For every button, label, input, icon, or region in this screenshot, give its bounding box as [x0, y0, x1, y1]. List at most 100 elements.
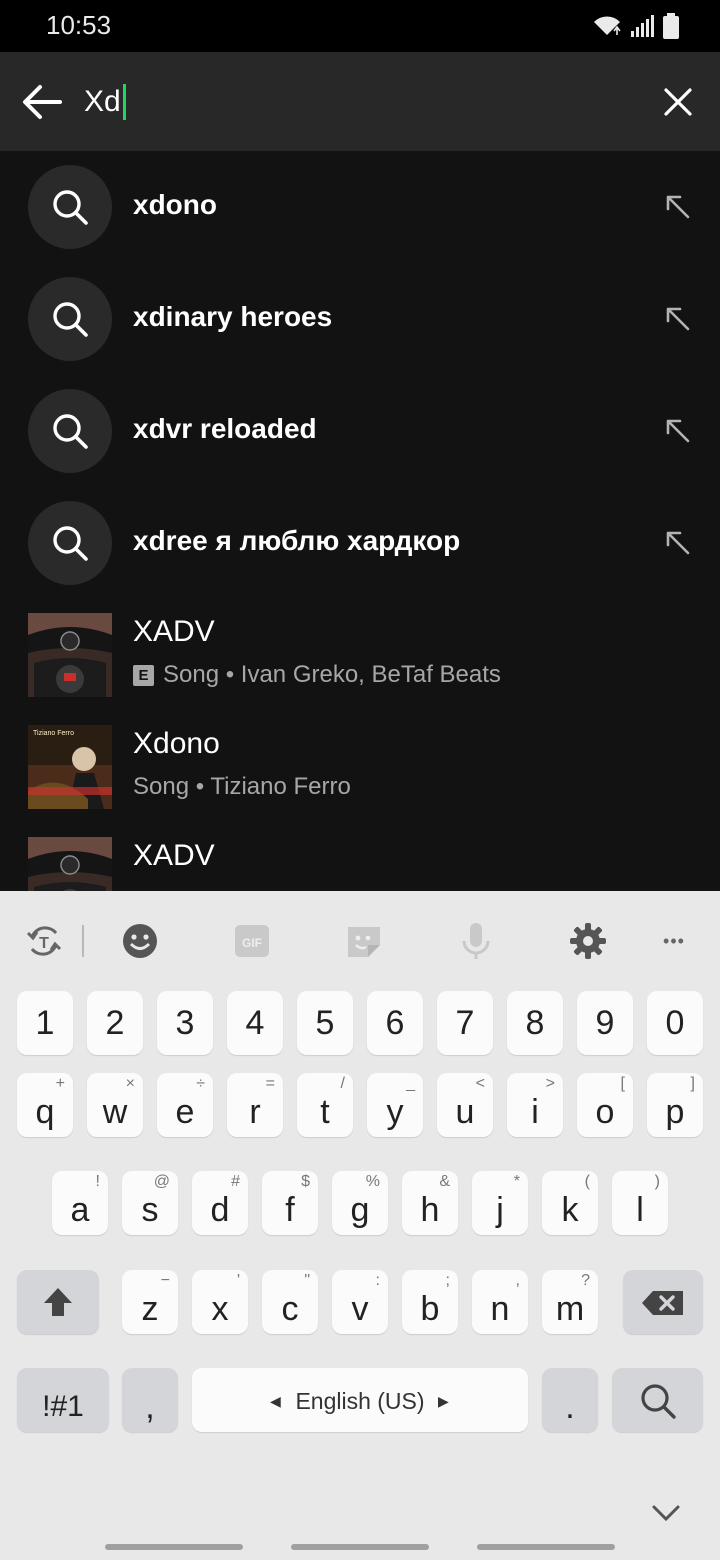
- key-h[interactable]: & h: [402, 1171, 458, 1235]
- key-u[interactable]: < u: [437, 1073, 493, 1137]
- gif-icon[interactable]: GIF: [232, 921, 272, 961]
- wifi-icon: [594, 16, 621, 35]
- search-action-key[interactable]: [612, 1368, 703, 1432]
- key-i[interactable]: > i: [507, 1073, 563, 1137]
- key-6[interactable]: 6: [367, 991, 423, 1055]
- key-hint: $: [301, 1173, 310, 1190]
- search-results-list: xdono xdinary heroes xdvr reloaded xdree я …: [0, 151, 720, 891]
- nav-handle-right: [477, 1544, 615, 1550]
- sticker-icon[interactable]: [344, 921, 384, 961]
- key-label: 7: [455, 1004, 475, 1042]
- suggestion-list: xdono xdinary heroes xdvr reloaded xdree я …: [0, 151, 720, 599]
- album-art: [28, 837, 112, 891]
- fill-query-arrow-icon[interactable]: [662, 191, 692, 221]
- key-7[interactable]: 7: [437, 991, 493, 1055]
- key-b[interactable]: ; b: [402, 1270, 458, 1334]
- key-e[interactable]: ÷ e: [157, 1073, 213, 1137]
- comma-key[interactable]: ,: [122, 1368, 178, 1432]
- key-f[interactable]: $ f: [262, 1171, 318, 1235]
- key-label: !#1: [42, 1390, 84, 1423]
- key-j[interactable]: * j: [472, 1171, 528, 1235]
- track-list: XADV E Song • Ivan Greko, BeTaf Beats Tizia…: [0, 599, 720, 891]
- chevron-down-icon[interactable]: [648, 1501, 684, 1525]
- key-label: 5: [315, 1004, 335, 1042]
- search-input[interactable]: Xd: [84, 82, 126, 122]
- key-t[interactable]: / t: [297, 1073, 353, 1137]
- suggestion-item[interactable]: xdvr reloaded: [0, 375, 720, 487]
- track-result-item[interactable]: Tiziano Ferro Xdono Song • Tiziano Ferro: [0, 711, 720, 823]
- key-3[interactable]: 3: [157, 991, 213, 1055]
- key-z[interactable]: − z: [122, 1270, 178, 1334]
- key-y[interactable]: _ y: [367, 1073, 423, 1137]
- suggestion-item[interactable]: xdono: [0, 151, 720, 263]
- more-icon[interactable]: •••: [654, 921, 694, 961]
- key-w[interactable]: × w: [87, 1073, 143, 1137]
- key-9[interactable]: 9: [577, 991, 633, 1055]
- search-icon: [641, 1384, 676, 1419]
- key-label: 1: [35, 1004, 55, 1042]
- key-5[interactable]: 5: [297, 991, 353, 1055]
- key-n[interactable]: ,n: [472, 1270, 528, 1334]
- search-icon: [53, 190, 88, 225]
- key-g[interactable]: % g: [332, 1171, 388, 1235]
- track-result-item[interactable]: XADV E Song • Ivan Greko, BeTaf Beats: [0, 599, 720, 711]
- key-label: 8: [525, 1004, 545, 1042]
- suggestion-label: xdree я люблю хардкор: [133, 525, 461, 556]
- fill-query-arrow-icon[interactable]: [662, 527, 692, 557]
- close-icon[interactable]: [660, 84, 696, 120]
- key-hint: ': [236, 1272, 240, 1289]
- fill-query-arrow-icon[interactable]: [662, 303, 692, 333]
- key-1[interactable]: 1: [17, 991, 73, 1055]
- mic-icon[interactable]: [456, 921, 496, 961]
- shift-key[interactable]: [17, 1270, 99, 1334]
- period-key[interactable]: .: [542, 1368, 598, 1432]
- key-hint: ]: [690, 1075, 695, 1092]
- space-key[interactable]: ◀ English (US) ▶: [192, 1368, 528, 1432]
- key-8[interactable]: 8: [507, 991, 563, 1055]
- explicit-badge: E: [133, 664, 154, 686]
- key-4[interactable]: 4: [227, 991, 283, 1055]
- key-2[interactable]: 2: [87, 991, 143, 1055]
- key-v[interactable]: :v: [332, 1270, 388, 1334]
- key-p[interactable]: ] p: [647, 1073, 703, 1137]
- key-x[interactable]: ' x: [192, 1270, 248, 1334]
- key-s[interactable]: @ s: [122, 1171, 178, 1235]
- key-label: 6: [385, 1004, 405, 1042]
- text-tool-icon[interactable]: T: [24, 921, 64, 961]
- fill-query-arrow-icon[interactable]: [662, 415, 692, 445]
- key-c[interactable]: " c: [262, 1270, 318, 1334]
- suggestion-item[interactable]: xdinary heroes: [0, 263, 720, 375]
- nav-handle-center[interactable]: [291, 1544, 429, 1550]
- key-r[interactable]: = r: [227, 1073, 283, 1137]
- key-q[interactable]: + q: [17, 1073, 73, 1137]
- key-d[interactable]: # d: [192, 1171, 248, 1235]
- suggestion-label: xdono: [133, 189, 217, 220]
- search-query[interactable]: Xd: [84, 85, 121, 119]
- key-k[interactable]: (k: [542, 1171, 598, 1235]
- album-art-text: Tiziano Ferro: [33, 730, 74, 737]
- back-arrow-icon[interactable]: [20, 80, 64, 124]
- track-title: Xdono: [133, 727, 220, 760]
- track-result-item[interactable]: XADV: [0, 823, 720, 891]
- key-label: 9: [595, 1004, 615, 1042]
- key-a[interactable]: ! a: [52, 1171, 108, 1235]
- search-icon: [53, 414, 88, 449]
- key-hint: (: [584, 1173, 590, 1190]
- key-m[interactable]: ? m: [542, 1270, 598, 1334]
- key-hint: =: [265, 1075, 275, 1092]
- key-label: ,: [145, 1388, 155, 1426]
- key-hint: ×: [125, 1075, 135, 1092]
- settings-icon[interactable]: [568, 921, 608, 961]
- gif-label: GIF: [242, 936, 262, 950]
- key-o[interactable]: [o: [577, 1073, 633, 1137]
- key-hint: #: [231, 1173, 240, 1190]
- backspace-key[interactable]: [623, 1270, 703, 1334]
- symbols-key[interactable]: !#1: [17, 1368, 109, 1432]
- emoji-icon[interactable]: [120, 921, 160, 961]
- suggestion-item[interactable]: xdree я люблю хардкор: [0, 487, 720, 599]
- key-hint: @: [153, 1173, 170, 1190]
- key-0[interactable]: 0: [647, 991, 703, 1055]
- key-l[interactable]: ) l: [612, 1171, 668, 1235]
- track-title: XADV: [133, 839, 215, 872]
- suggestion-search-circle: [28, 165, 112, 249]
